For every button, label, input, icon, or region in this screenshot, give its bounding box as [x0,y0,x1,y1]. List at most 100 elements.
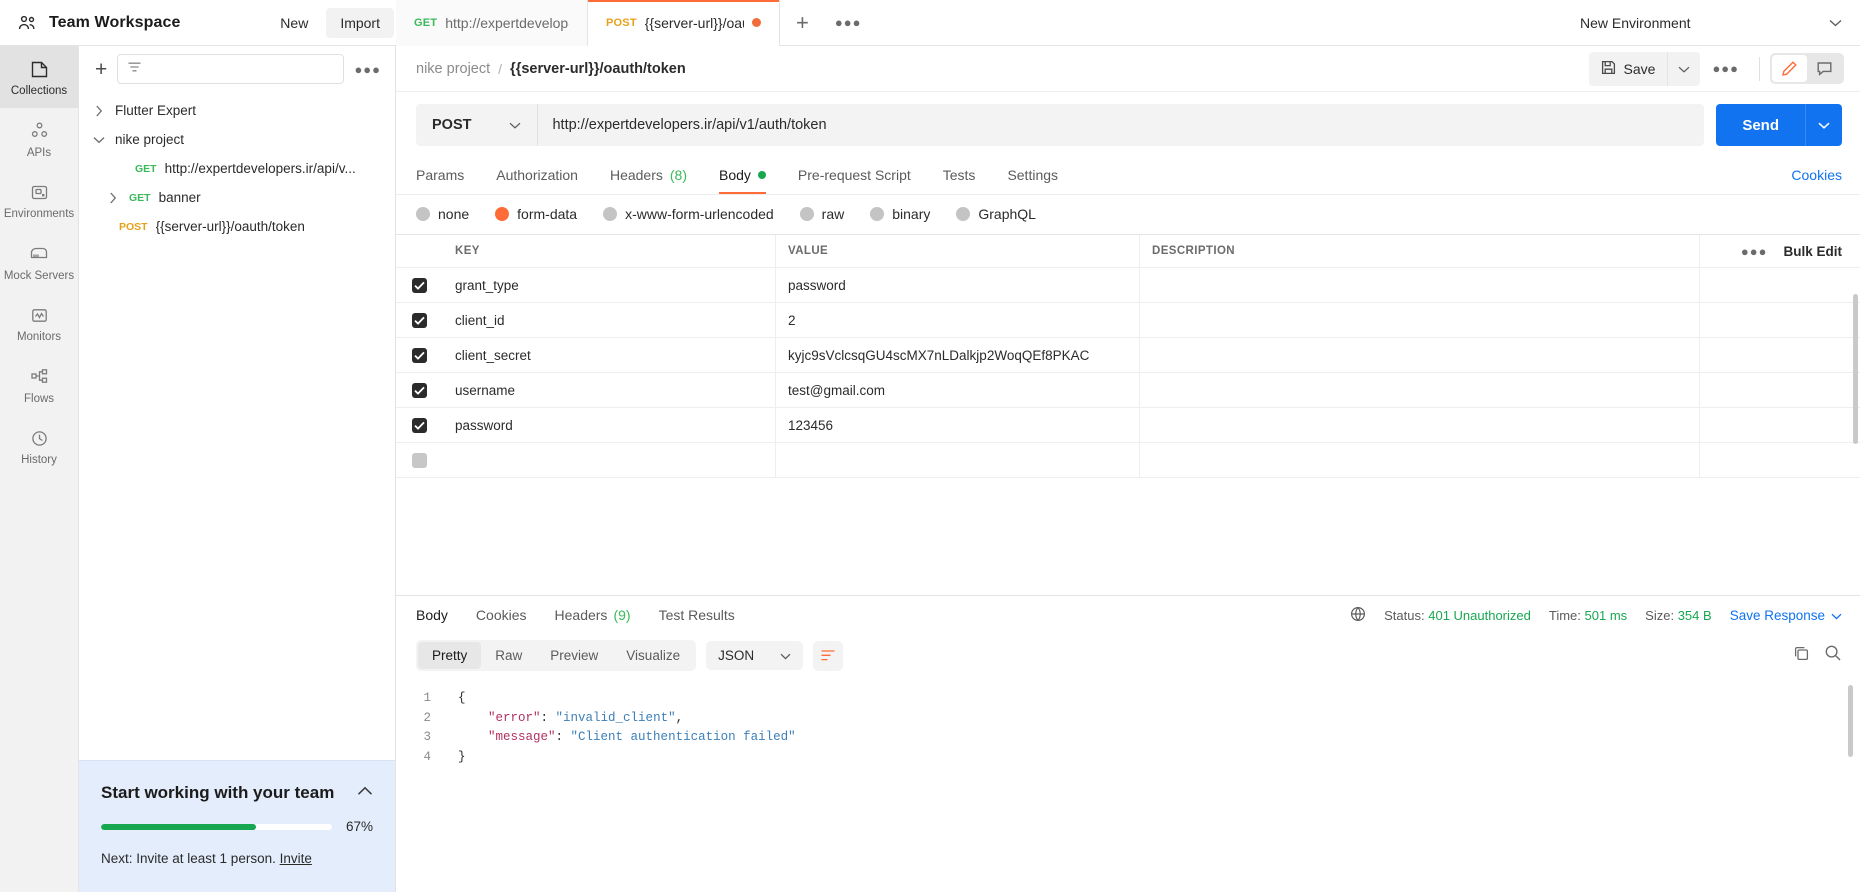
row-checkbox[interactable] [412,452,427,468]
table-row[interactable]: grant_type password [396,268,1860,303]
rail-item-flows[interactable]: Flows [0,354,78,416]
import-button[interactable]: Import [326,7,394,38]
row-key[interactable]: client_secret [443,338,776,372]
body-mode-raw[interactable]: raw [799,206,844,222]
view-mode-raw[interactable]: Raw [481,642,536,669]
row-key[interactable] [443,443,776,477]
response-tab-cookies[interactable]: Cookies [476,596,527,634]
body-mode-none[interactable]: none [416,206,469,222]
request-options-icon[interactable]: ●●● [1702,53,1749,84]
invite-link[interactable]: Invite [280,851,312,866]
comment-icon[interactable] [1807,55,1842,82]
response-body-code[interactable]: 1 2 3 4 { "error": "invalid_client", "me… [396,679,1860,892]
row-key[interactable]: grant_type [443,268,776,302]
tree-item-request-oauth-token[interactable]: POST {{server-url}}/oauth/token [79,212,395,241]
rail-item-collections[interactable]: Collections [0,46,78,108]
workspace-zone[interactable]: Team Workspace New Import [0,0,396,45]
row-value[interactable]: kyjc9sVclcsqGU4scMX7nLDalkjp2WoqQEf8PKAC [776,338,1140,372]
breadcrumb-request[interactable]: {{server-url}}/oauth/token [510,61,686,77]
rail-item-mock-servers[interactable]: Mock Servers [0,231,78,293]
row-value[interactable]: 2 [776,303,1140,337]
wrap-lines-button[interactable] [813,640,844,671]
chevron-down-icon[interactable] [91,136,107,144]
table-row[interactable]: password 123456 [396,408,1860,443]
cookies-link[interactable]: Cookies [1791,157,1842,194]
url-input[interactable]: http://expertdevelopers.ir/api/v1/auth/t… [538,104,1704,146]
table-row[interactable]: client_id 2 [396,303,1860,338]
table-options-icon[interactable]: ●●● [1741,244,1768,259]
row-checkbox[interactable] [412,417,427,433]
bulk-edit-button[interactable]: Bulk Edit [1783,244,1842,259]
tab-headers[interactable]: Headers (8) [610,157,687,194]
json-body[interactable]: { "error": "invalid_client", "message": … [442,683,1860,892]
send-dropdown-button[interactable] [1805,104,1842,146]
row-description[interactable] [1140,338,1700,372]
row-description[interactable] [1140,303,1700,337]
view-mode-preview[interactable]: Preview [536,642,612,669]
send-button[interactable]: Send [1716,104,1805,146]
table-row[interactable]: client_secret kyjc9sVclcsqGU4scMX7nLDalk… [396,338,1860,373]
row-checkbox[interactable] [412,277,427,293]
new-button[interactable]: New [268,8,320,38]
tab-settings[interactable]: Settings [1007,157,1058,194]
row-description[interactable] [1140,408,1700,442]
edit-pencil-icon[interactable] [1772,55,1807,82]
response-tab-test-results[interactable]: Test Results [659,596,735,634]
tree-item-folder-banner[interactable]: GET banner [79,183,395,212]
body-mode-form-data[interactable]: form-data [495,206,577,222]
chevron-right-icon[interactable] [91,105,107,117]
body-mode-graphql[interactable]: GraphQL [956,206,1036,222]
row-key[interactable]: password [443,408,776,442]
row-key[interactable]: username [443,373,776,407]
save-button[interactable]: Save [1589,53,1668,85]
row-value[interactable]: password [776,268,1140,302]
row-value[interactable]: test@gmail.com [776,373,1140,407]
chevron-right-icon[interactable] [105,192,121,204]
rail-item-monitors[interactable]: Monitors [0,292,78,354]
row-value[interactable]: 123456 [776,408,1140,442]
row-value[interactable] [776,443,1140,477]
row-checkbox[interactable] [412,382,427,398]
tree-item-nike-project[interactable]: nike project [79,125,395,154]
request-tab-0[interactable]: GET http://expertdevelopers.i [396,0,588,46]
request-tab-1[interactable]: POST {{server-url}}/oauth/tc [588,0,780,46]
body-mode-binary[interactable]: binary [870,206,930,222]
tab-body[interactable]: Body [719,157,766,194]
tree-item-request-get-api[interactable]: GET http://expertdevelopers.ir/api/v... [79,154,395,183]
response-tab-headers[interactable]: Headers (9) [555,596,631,634]
row-checkbox[interactable] [412,347,427,363]
row-description[interactable] [1140,373,1700,407]
response-format-select[interactable]: JSON [706,641,804,670]
method-select[interactable]: POST [416,104,539,146]
tab-options-icon[interactable]: ●●● [825,0,872,46]
body-mode-x-www-form-urlencoded[interactable]: x-www-form-urlencoded [603,206,774,222]
tree-item-flutter-expert[interactable]: Flutter Expert [79,96,395,125]
new-collection-button[interactable]: + [95,59,107,80]
save-response-button[interactable]: Save Response [1730,608,1842,623]
response-tab-body[interactable]: Body [416,596,448,634]
tab-tests[interactable]: Tests [943,157,976,194]
search-icon[interactable] [1824,644,1842,667]
collapse-banner-icon[interactable] [357,783,373,801]
table-row-new[interactable] [396,443,1860,478]
row-key[interactable]: client_id [443,303,776,337]
tab-params[interactable]: Params [416,157,464,194]
tab-pre-request-script[interactable]: Pre-request Script [798,157,911,194]
params-scrollbar[interactable] [1853,294,1858,444]
rail-item-environments[interactable]: Environments [0,169,78,231]
table-row[interactable]: username test@gmail.com [396,373,1860,408]
tab-authorization[interactable]: Authorization [496,157,578,194]
rail-item-history[interactable]: History [0,415,78,477]
rail-item-apis[interactable]: APIs [0,108,78,170]
row-description[interactable] [1140,268,1700,302]
sidebar-options-icon[interactable]: ●●● [354,62,381,77]
sidebar-filter-input[interactable] [117,54,345,84]
environment-selector[interactable]: New Environment [1560,0,1860,46]
breadcrumb-collection[interactable]: nike project [416,61,490,77]
row-description[interactable] [1140,443,1700,477]
copy-icon[interactable] [1793,645,1810,667]
new-tab-button[interactable]: + [780,0,825,46]
view-mode-visualize[interactable]: Visualize [612,642,694,669]
row-checkbox[interactable] [412,312,427,328]
save-dropdown-button[interactable] [1667,51,1700,86]
